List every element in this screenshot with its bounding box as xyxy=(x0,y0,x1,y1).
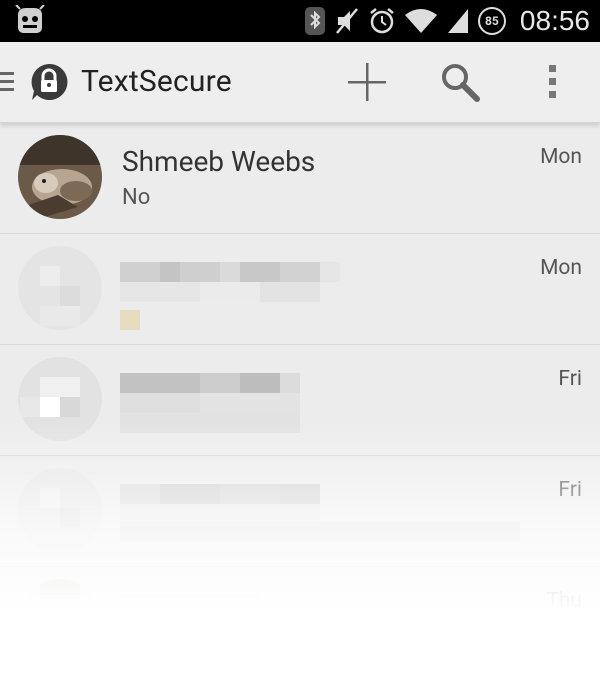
pixelated-avatar-icon xyxy=(18,468,102,552)
compose-icon xyxy=(348,63,386,101)
wifi-icon xyxy=(404,9,437,33)
message-date: Fri xyxy=(558,478,582,502)
signal-icon xyxy=(447,9,468,33)
bluetooth-icon xyxy=(304,7,325,35)
conversation-item[interactable]: Fri xyxy=(0,456,600,567)
status-time: 08:56 xyxy=(519,5,590,36)
contact-name: Shmeeb Weebs xyxy=(122,145,316,178)
mute-icon xyxy=(335,8,358,34)
action-bar: TextSecure xyxy=(0,42,600,123)
message-date: Mon xyxy=(540,256,582,280)
conversation-item[interactable]: Fri xyxy=(0,345,600,456)
contact-avatar[interactable] xyxy=(18,357,102,441)
contact-avatar[interactable] xyxy=(18,135,102,219)
redacted-message-preview xyxy=(120,522,520,542)
search-icon xyxy=(442,64,480,102)
cyanogenmod-icon xyxy=(15,4,45,33)
message-date: Mon xyxy=(540,145,582,169)
redacted-message-preview xyxy=(120,310,140,330)
pixelated-avatar-icon xyxy=(18,579,102,663)
textsecure-logo-icon[interactable] xyxy=(29,62,69,102)
compose-button[interactable] xyxy=(343,58,391,106)
search-button[interactable] xyxy=(436,58,484,106)
message-date: Fri xyxy=(558,367,582,391)
contact-avatar[interactable] xyxy=(18,246,102,330)
message-preview: No xyxy=(122,185,151,210)
cat-photo-icon xyxy=(18,135,102,219)
overflow-menu-icon xyxy=(549,65,556,98)
pixelated-avatar-icon xyxy=(18,357,102,441)
conversation-item[interactable]: Thu xyxy=(0,567,600,678)
overflow-menu-button[interactable] xyxy=(529,58,577,106)
contact-avatar[interactable] xyxy=(18,468,102,552)
message-date: Thu xyxy=(546,589,582,613)
drawer-icon[interactable] xyxy=(0,71,14,93)
battery-icon: 85 xyxy=(477,7,506,35)
app-title: TextSecure xyxy=(81,64,232,99)
conversation-item[interactable]: Shmeeb Weebs No Mon xyxy=(0,123,600,234)
conversation-item[interactable]: Mon xyxy=(0,234,600,345)
contact-avatar[interactable] xyxy=(18,579,102,663)
alarm-icon xyxy=(370,8,394,34)
battery-level: 85 xyxy=(485,14,499,28)
status-bar: 85 08:56 xyxy=(0,0,600,42)
conversation-list: Shmeeb Weebs No Mon Mon Fri Fri Thu xyxy=(0,123,600,678)
pixelated-avatar-icon xyxy=(18,246,102,330)
